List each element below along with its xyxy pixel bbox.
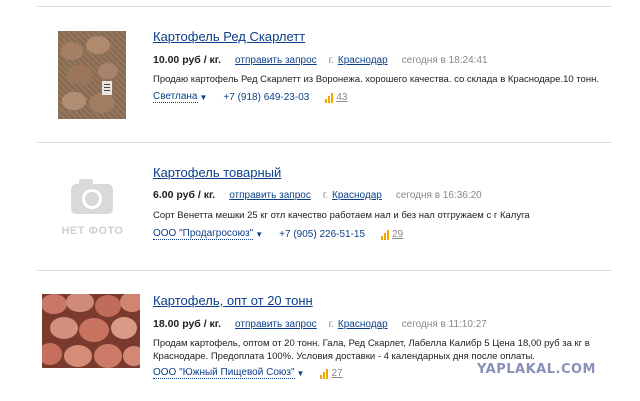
chevron-down-icon[interactable]: ▼ — [255, 230, 263, 239]
contact-row: ООО "Южный Пищевой Союз" ▼ 27 — [153, 367, 343, 379]
send-request-link[interactable]: отправить запрос — [235, 319, 317, 330]
listing-title[interactable]: Картофель товарный — [153, 165, 281, 180]
bar-chart-icon — [320, 368, 329, 379]
listing-title[interactable]: Картофель, опт от 20 тонн — [153, 293, 313, 308]
phone-number[interactable]: +7 (905) 226-51-15 — [279, 229, 365, 240]
listing-meta: 18.00 руб / кг. отправить запрос г. Крас… — [153, 318, 487, 330]
views-count[interactable]: 29 — [392, 229, 403, 240]
listing-description: Сорт Венетта мешки 25 кг отл качество ра… — [153, 210, 530, 221]
city-prefix: г. — [322, 190, 329, 201]
listing-description: Продам картофель, оптом от 20 тонн. Гала… — [153, 338, 590, 362]
seller-name[interactable]: ООО "Южный Пищевой Союз" — [153, 367, 295, 379]
city-link[interactable]: Краснодар — [338, 319, 388, 330]
posted-date: сегодня в 16:36:20 — [395, 190, 482, 201]
posted-date: сегодня в 18:24:41 — [401, 55, 488, 66]
bar-chart-icon — [381, 229, 390, 240]
city-link[interactable]: Краснодар — [332, 190, 382, 201]
views-stats[interactable]: 43 — [325, 92, 347, 103]
views-count[interactable]: 43 — [336, 92, 347, 103]
site-watermark: YAPLAKAL.COM — [477, 362, 596, 377]
phone-number[interactable]: +7 (918) 649-23-03 — [223, 92, 309, 103]
listing-title[interactable]: Картофель Ред Скарлетт — [153, 29, 305, 44]
chevron-down-icon[interactable]: ▼ — [297, 369, 305, 378]
contact-row: ООО "Продагросоюз" ▼ +7 (905) 226-51-15 … — [153, 228, 403, 240]
listing-photo[interactable] — [58, 31, 126, 119]
chevron-down-icon[interactable]: ▼ — [200, 93, 208, 102]
separator — [37, 142, 612, 143]
city-prefix: г. — [328, 319, 334, 330]
views-stats[interactable]: 29 — [381, 229, 403, 240]
price: 18.00 руб / кг. — [153, 318, 222, 330]
contact-row: Светлана ▼ +7 (918) 649-23-03 43 — [153, 91, 347, 103]
send-request-link[interactable]: отправить запрос — [229, 190, 311, 201]
listing-meta: 6.00 руб / кг. отправить запрос г. Красн… — [153, 189, 482, 201]
bar-chart-icon — [325, 92, 334, 103]
posted-date: сегодня в 11:10:27 — [401, 319, 487, 330]
camera-icon — [71, 179, 113, 214]
separator — [37, 270, 612, 271]
seller-name[interactable]: Светлана — [153, 91, 198, 103]
seller-name[interactable]: ООО "Продагросоюз" — [153, 228, 254, 240]
send-request-link[interactable]: отправить запрос — [235, 55, 317, 66]
no-photo-placeholder: НЕТ ФОТО — [55, 176, 130, 237]
views-count[interactable]: 27 — [331, 368, 342, 379]
price: 10.00 руб / кг. — [153, 54, 222, 66]
separator — [37, 6, 612, 7]
views-stats[interactable]: 27 — [320, 368, 343, 379]
red-potatoes-image — [42, 294, 140, 368]
potato-sack-image — [58, 31, 126, 119]
no-photo-label: НЕТ ФОТО — [61, 225, 124, 237]
listing-description: Продаю картофель Ред Скарлетт из Воронеж… — [153, 74, 599, 85]
listing-photo[interactable] — [42, 294, 140, 368]
city-link[interactable]: Краснодар — [338, 55, 388, 66]
city-prefix: г. — [328, 55, 334, 66]
price: 6.00 руб / кг. — [153, 189, 216, 201]
listing-meta: 10.00 руб / кг. отправить запрос г. Крас… — [153, 54, 488, 66]
